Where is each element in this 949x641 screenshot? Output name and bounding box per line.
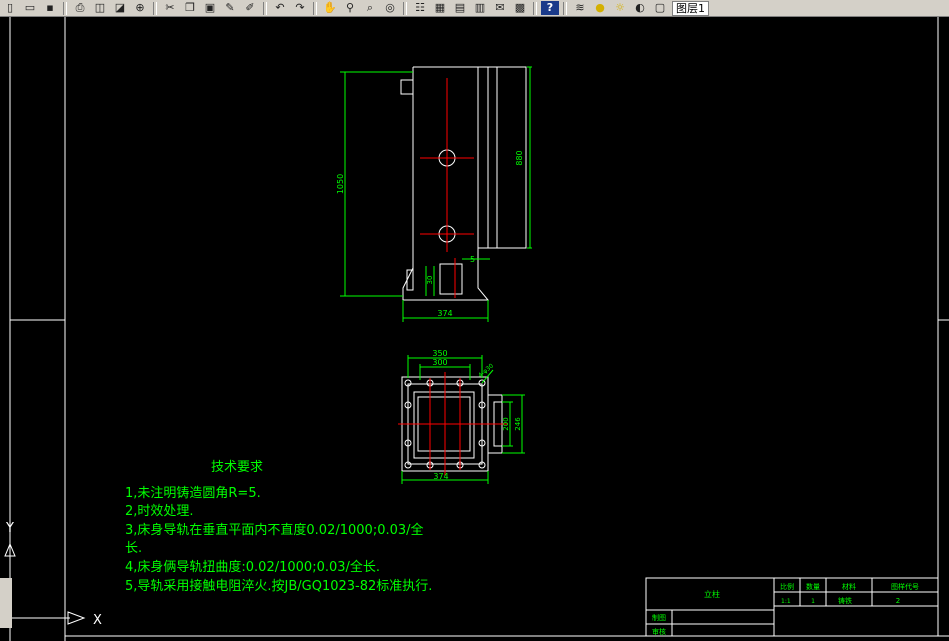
title-col-material: 材料: [842, 582, 856, 591]
print-preview-icon[interactable]: ◫: [91, 1, 109, 15]
dim-total-height: 1050: [336, 174, 345, 194]
design-center-icon[interactable]: ▦: [431, 1, 449, 15]
toolbar-separator: [313, 1, 317, 15]
open-icon[interactable]: ▭: [21, 1, 39, 15]
tech-title: 技术要求: [211, 460, 263, 475]
brush-icon[interactable]: ✐: [241, 1, 259, 15]
layer-name: 图层1: [676, 2, 705, 15]
ucs-x-label: X: [93, 613, 102, 628]
tech-line-4: 4,床身俩导轨扭曲度:0.02/1000;0.03/全长.: [125, 559, 380, 575]
undo-icon[interactable]: ↶: [271, 1, 289, 15]
zoom-realtime-icon[interactable]: ⚲: [341, 1, 359, 15]
dim-upper-height: 880: [515, 150, 524, 165]
title-material: 铸铁: [838, 596, 852, 605]
publish-icon[interactable]: ◪: [111, 1, 129, 15]
layer-dropdown[interactable]: 图层1: [672, 0, 709, 16]
plot-icon[interactable]: ⊕: [131, 1, 149, 15]
title-drawing-no: 2: [896, 597, 900, 605]
top-view: 350 300 4-φ30 200 246 374: [398, 349, 525, 484]
tech-line-3-cont: 长.: [125, 541, 142, 556]
calculator-icon[interactable]: ▩: [511, 1, 529, 15]
tech-line-3: 3,床身导轨在垂直平面内不直度0.02/1000;0.03/全: [125, 522, 424, 538]
title-col-drawing-no: 图样代号: [891, 582, 919, 591]
toolbar-separator: [153, 1, 157, 15]
ucs-y-label: Y: [5, 521, 14, 536]
title-qty: 1: [811, 598, 815, 605]
layer-sun-icon[interactable]: ☼: [611, 1, 629, 15]
ucs-icon: [4, 542, 86, 625]
paste-icon[interactable]: ▣: [201, 1, 219, 15]
title-part-name: 立柱: [704, 589, 720, 599]
title-row-checked: 审核: [652, 627, 666, 636]
toolbar-separator: [263, 1, 267, 15]
tech-requirements: 技术要求 1,未注明铸造圆角R=5. 2,时效处理. 3,床身导轨在垂直平面内不…: [125, 460, 432, 594]
markup-icon[interactable]: ✉: [491, 1, 509, 15]
sheet-set-icon[interactable]: ▥: [471, 1, 489, 15]
front-view: 1050 880 374 5 30: [336, 66, 532, 322]
toolbar-separator: [533, 1, 537, 15]
layer-manager-icon[interactable]: ≋: [571, 1, 589, 15]
properties-icon[interactable]: ☷: [411, 1, 429, 15]
tool-palettes-icon[interactable]: ▤: [451, 1, 469, 15]
cut-icon[interactable]: ✂: [161, 1, 179, 15]
title-block: 立柱 比例 数量 材料 图样代号 1:1 1 铸铁 2 制图 审核: [645, 577, 939, 637]
dim-base: 30: [426, 276, 434, 285]
match-properties-icon[interactable]: ✎: [221, 1, 239, 15]
title-col-qty: 数量: [806, 582, 820, 591]
dim-top-outer: 350: [432, 349, 447, 358]
pan-icon[interactable]: ✋: [321, 1, 339, 15]
layer-on-icon[interactable]: ●: [591, 1, 609, 15]
drawing-frame: [9, 17, 949, 641]
tech-line-2: 2,时效处理.: [125, 504, 194, 519]
toolbar-separator: [563, 1, 567, 15]
save-icon[interactable]: ▪: [41, 1, 59, 15]
title-row-drawn: 制图: [652, 613, 666, 622]
dim-small: 5: [470, 255, 475, 264]
layer-color-icon[interactable]: ◐: [631, 1, 649, 15]
zoom-window-icon[interactable]: ⌕: [361, 1, 379, 15]
dim-top-inner: 300: [432, 358, 447, 367]
help-icon[interactable]: ?: [541, 1, 559, 15]
dim-front-width: 374: [437, 309, 452, 318]
title-col-scale: 比例: [780, 582, 794, 591]
tech-line-5: 5,导轨采用接触电阻淬火.按JB/GQ1023-82标准执行.: [125, 578, 432, 594]
print-icon[interactable]: ⎙: [71, 1, 89, 15]
dim-top-h2: 246: [514, 417, 522, 431]
zoom-previous-icon[interactable]: ◎: [381, 1, 399, 15]
new-icon[interactable]: ▯: [1, 1, 19, 15]
toolbar-separator: [403, 1, 407, 15]
redo-icon[interactable]: ↷: [291, 1, 309, 15]
layer-lock-icon[interactable]: ▢: [651, 1, 669, 15]
dim-top-width: 374: [433, 472, 448, 481]
dim-top-h1: 200: [502, 417, 510, 430]
copy-icon[interactable]: ❐: [181, 1, 199, 15]
model-tab-strip[interactable]: [0, 578, 12, 628]
toolbar-separator: [63, 1, 67, 15]
tech-line-1: 1,未注明铸造圆角R=5.: [125, 485, 261, 501]
standard-toolbar: ▯ ▭ ▪ ⎙ ◫ ◪ ⊕ ✂ ❐ ▣ ✎ ✐ ↶ ↷ ✋ ⚲ ⌕ ◎ ☷ ▦ ▤ ▥ ✉ ▩? ≋ ● ☼ ◐ ▢ 图层1: [0, 0, 949, 17]
title-scale: 1:1: [781, 598, 791, 605]
drawing-canvas[interactable]: 1050 880 374 5 30 350 300 4-φ30 200 246 …: [0, 17, 949, 641]
